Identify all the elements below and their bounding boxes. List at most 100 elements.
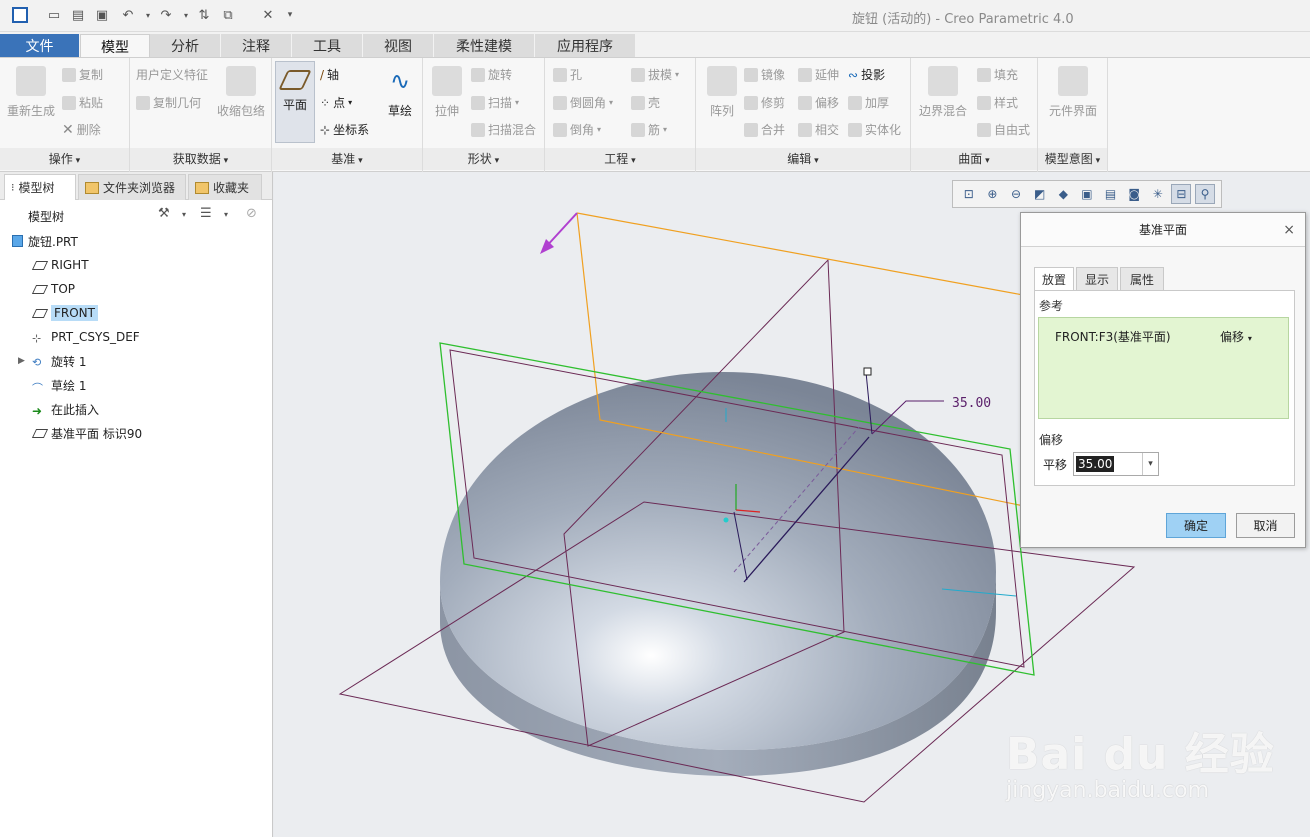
rib-button[interactable]: 筋 ▾ [631, 121, 667, 138]
shrinkwrap-button[interactable]: 收缩包络 [214, 66, 268, 119]
references-list[interactable]: FRONT:F3(基准平面) 偏移 ▾ [1038, 317, 1289, 419]
tab-favorites[interactable]: 收藏夹 [188, 174, 262, 200]
project-button[interactable]: ∾ 投影 [848, 66, 885, 83]
sweep-button[interactable]: 扫描 ▾ [471, 94, 519, 111]
cancel-button[interactable]: 取消 [1236, 513, 1295, 538]
trim-button[interactable]: 修剪 [744, 94, 785, 111]
saved-views-icon[interactable]: ▣ [1077, 184, 1097, 204]
expand-arrow-icon[interactable]: ▶ [18, 356, 25, 366]
display-style-icon[interactable]: ◆ [1053, 184, 1073, 204]
freestyle-button[interactable]: 自由式 [977, 121, 1030, 138]
tree-node-insert-here[interactable]: ➜ 在此插入 [32, 398, 99, 420]
group-label-surface[interactable]: 曲面 [911, 148, 1037, 170]
group-label-operations[interactable]: 操作 [0, 148, 129, 170]
axis-button[interactable]: / 轴 [320, 66, 339, 83]
delete-button[interactable]: ✕ 删除 [62, 121, 101, 138]
extend-button[interactable]: 延伸 [798, 66, 839, 83]
round-button[interactable]: 倒圆角 ▾ [553, 94, 613, 111]
tree-columns-dropdown-icon[interactable]: ▾ [224, 210, 228, 219]
datum-display-filter-icon[interactable]: ✳ [1148, 184, 1168, 204]
offset-dimension-text[interactable]: 35.00 [952, 396, 991, 411]
customize-toolbar-icon[interactable]: ▾ [280, 5, 300, 25]
repaint-icon[interactable]: ◩ [1030, 184, 1050, 204]
fill-button[interactable]: 填充 [977, 66, 1018, 83]
mirror-button[interactable]: 镜像 [744, 66, 785, 83]
style-button[interactable]: 样式 [977, 94, 1018, 111]
tree-columns-icon[interactable]: ☰ [200, 206, 212, 221]
annotation-display-icon[interactable]: ⊟ [1171, 184, 1192, 204]
paste-button[interactable]: 粘贴 [62, 94, 103, 111]
redo-dropdown-icon[interactable]: ▾ [176, 5, 196, 25]
solidify-button[interactable]: 实体化 [848, 121, 901, 138]
tree-node-csys[interactable]: ⊹ PRT_CSYS_DEF [32, 326, 140, 348]
regenerate-button[interactable]: 重新生成 [4, 66, 58, 119]
chamfer-button[interactable]: 倒角 ▾ [553, 121, 601, 138]
tree-filter-icon[interactable]: ⊘ [246, 206, 257, 221]
zoom-out-icon[interactable]: ⊖ [1006, 184, 1026, 204]
undo-icon[interactable]: ↶ [118, 5, 138, 25]
redo-icon[interactable]: ↷ [156, 5, 176, 25]
swept-blend-button[interactable]: 扫描混合 [471, 121, 536, 138]
tab-tools[interactable]: 工具 [292, 34, 363, 58]
tree-node-right[interactable]: RIGHT [31, 254, 89, 276]
tab-file[interactable]: 文件 [0, 34, 80, 58]
close-window-icon[interactable]: ✕ [258, 5, 278, 25]
tab-flexible-modeling[interactable]: 柔性建模 [434, 34, 535, 58]
undo-dropdown-icon[interactable]: ▾ [138, 5, 158, 25]
tree-node-new-datum-plane[interactable]: 基准平面 标识90 [31, 422, 142, 444]
open-folder-icon[interactable]: ▤ [68, 5, 88, 25]
drag-handle[interactable] [863, 367, 872, 376]
tree-settings-icon[interactable]: ⚒ [158, 206, 170, 221]
draft-button[interactable]: 拔模 ▾ [631, 66, 679, 83]
save-icon[interactable]: ▣ [92, 5, 112, 25]
tab-model-tree[interactable]: ⁝ 模型树 [4, 174, 76, 200]
tab-analysis[interactable]: 分析 [150, 34, 221, 58]
regenerate-quick-icon[interactable]: ⇅ [194, 5, 214, 25]
extrude-button[interactable]: 拉伸 [427, 66, 467, 119]
tree-settings-dropdown-icon[interactable]: ▾ [182, 210, 186, 219]
new-file-icon[interactable]: ▭ [44, 5, 64, 25]
thicken-button[interactable]: 加厚 [848, 94, 889, 111]
ok-button[interactable]: 确定 [1166, 513, 1226, 538]
reference-item[interactable]: FRONT:F3(基准平面) [1055, 328, 1171, 345]
boundary-blend-button[interactable]: 边界混合 [915, 66, 971, 119]
csys-button[interactable]: ⊹ 坐标系 [320, 121, 369, 138]
tab-view[interactable]: 视图 [363, 34, 434, 58]
view-manager-icon[interactable]: ▤ [1101, 184, 1121, 204]
tree-node-top[interactable]: TOP [31, 278, 75, 300]
tab-folder-browser[interactable]: 文件夹浏览器 [78, 174, 186, 200]
tab-model[interactable]: 模型 [80, 34, 150, 58]
tab-placement[interactable]: 放置 [1034, 267, 1074, 291]
windows-icon[interactable]: ⧉ [218, 5, 238, 25]
tree-node-sketch[interactable]: ⌒ 草绘 1 [32, 374, 86, 396]
component-interface-button[interactable]: 元件界面 [1042, 66, 1104, 119]
refit-icon[interactable]: ⊡ [959, 184, 979, 204]
group-label-shapes[interactable]: 形状 [423, 148, 544, 170]
udf-button[interactable]: 用户定义特征 [136, 66, 208, 83]
group-label-get-data[interactable]: 获取数据 [130, 148, 271, 170]
reference-constraint-dropdown[interactable]: 偏移 ▾ [1220, 328, 1252, 345]
plane-button[interactable]: 平面 [275, 61, 315, 143]
chevron-down-icon[interactable]: ▾ [1142, 453, 1158, 475]
group-label-datum[interactable]: 基准 [272, 148, 422, 170]
merge-button[interactable]: 合并 [744, 121, 785, 138]
tree-node-part[interactable]: 旋钮.PRT [12, 230, 78, 252]
group-label-engineering[interactable]: 工程 [545, 148, 695, 170]
group-label-edit[interactable]: 编辑 [696, 148, 910, 170]
knob-dome[interactable] [440, 372, 996, 751]
tab-properties[interactable]: 属性 [1120, 267, 1164, 291]
app-icon[interactable] [10, 5, 30, 25]
spin-center-icon[interactable]: ⚲ [1195, 184, 1216, 204]
copy-button[interactable]: 复制 [62, 66, 103, 83]
tree-node-front[interactable]: FRONT [31, 302, 98, 324]
tab-annotate[interactable]: 注释 [221, 34, 292, 58]
offset-button[interactable]: 偏移 [798, 94, 839, 111]
copy-geometry-button[interactable]: 复制几何 [136, 94, 201, 111]
revolve-button[interactable]: 旋转 [471, 66, 512, 83]
tab-display[interactable]: 显示 [1076, 267, 1118, 291]
pattern-button[interactable]: 阵列 [702, 66, 742, 119]
tab-applications[interactable]: 应用程序 [535, 34, 636, 58]
intersect-button[interactable]: 相交 [798, 121, 839, 138]
point-button[interactable]: ⁘ 点 ▾ [320, 94, 352, 111]
zoom-in-icon[interactable]: ⊕ [982, 184, 1002, 204]
